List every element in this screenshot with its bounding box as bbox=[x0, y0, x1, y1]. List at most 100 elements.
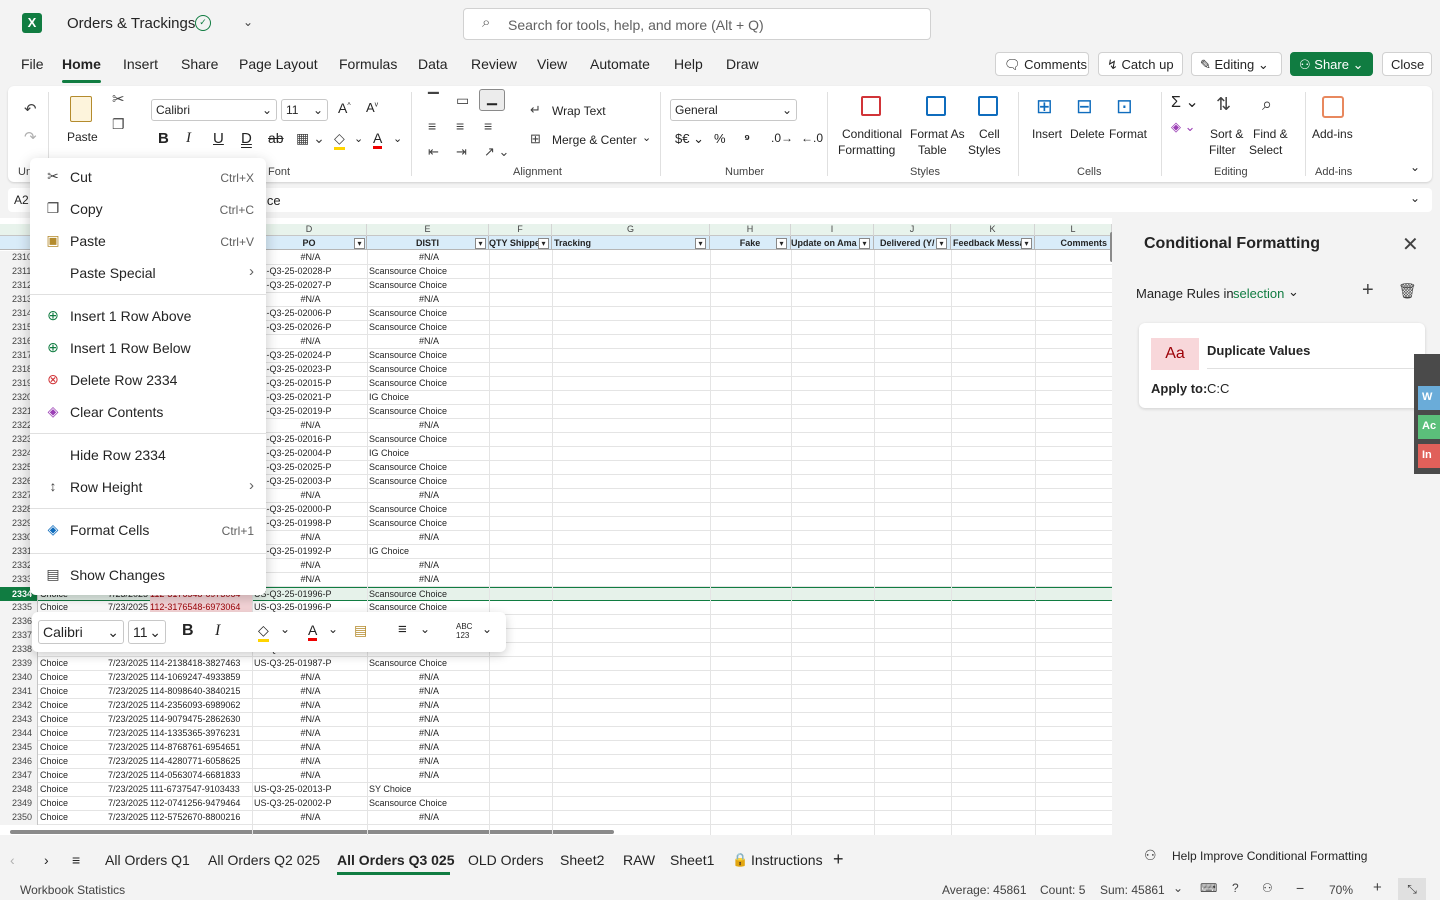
delete-rule-icon[interactable]: 🗑 bbox=[1398, 282, 1417, 300]
strikethrough-icon[interactable]: ab bbox=[268, 130, 284, 146]
column-letter[interactable]: D bbox=[252, 224, 367, 236]
cell[interactable]: #N/A bbox=[369, 531, 489, 545]
cell[interactable]: US-Q3-25-02000-P bbox=[254, 503, 367, 517]
header-disti[interactable]: DISTI bbox=[367, 236, 489, 250]
row-number[interactable]: 2344 bbox=[0, 727, 38, 741]
cell[interactable]: Scansource Choice bbox=[369, 588, 489, 602]
table-row[interactable]: 2345 Choice 7/23/2025 114-8768761-6954651 #N… bbox=[0, 741, 1112, 755]
align-top-icon[interactable]: ▔ bbox=[428, 92, 439, 109]
currency-icon[interactable]: $€ ⌄ bbox=[675, 131, 704, 147]
font-name-select[interactable]: Calibri ⌄ bbox=[151, 99, 277, 121]
align-right-icon[interactable]: ≡ bbox=[484, 118, 492, 134]
cell[interactable]: IG Choice bbox=[369, 391, 489, 405]
cell[interactable]: #N/A bbox=[254, 699, 367, 713]
redo-icon[interactable]: ↷ bbox=[24, 128, 37, 146]
search-input[interactable]: ⌕ Search for tools, help, and more (Alt … bbox=[463, 8, 931, 40]
sheet-tab[interactable]: Sheet1 bbox=[670, 852, 714, 868]
tab-home[interactable]: Home bbox=[62, 56, 101, 72]
cell[interactable]: #N/A bbox=[369, 713, 489, 727]
mini-size-select[interactable]: 11 ⌄ bbox=[128, 620, 166, 644]
number-format-select[interactable]: General ⌄ bbox=[670, 99, 797, 121]
chevron-down-icon[interactable]: ⌄ bbox=[482, 622, 492, 636]
column-letter[interactable]: H bbox=[710, 224, 791, 236]
row-number[interactable]: 2341 bbox=[0, 685, 38, 699]
bold-icon[interactable]: B bbox=[182, 622, 194, 640]
table-row[interactable]: 2350 Choice 7/23/2025 112-5752670-8800216 #N… bbox=[0, 811, 1112, 825]
table-row[interactable]: 2349 Choice 7/23/2025 112-0741256-9479464 US… bbox=[0, 797, 1112, 811]
add-ins-button[interactable]: Add-ins bbox=[1312, 127, 1353, 141]
cell[interactable]: Scansource Choice bbox=[369, 307, 489, 321]
cell[interactable]: Scansource Choice bbox=[369, 265, 489, 279]
chevron-down-icon[interactable]: ⌄ bbox=[1288, 284, 1299, 300]
cell[interactable]: 114-0563074-6681833 bbox=[150, 769, 252, 783]
table-row[interactable]: 2342 Choice 7/23/2025 114-2356093-6989062 #N… bbox=[0, 699, 1112, 713]
italic-icon[interactable]: I bbox=[186, 130, 191, 147]
cell[interactable]: US-Q3-25-02016-P bbox=[254, 433, 367, 447]
chevron-down-icon[interactable]: ⌄ bbox=[1173, 881, 1183, 895]
insert-cells-icon[interactable]: ⊞ bbox=[1036, 94, 1053, 119]
cell[interactable]: Choice bbox=[40, 797, 80, 811]
filter-dropdown-icon[interactable]: ▾ bbox=[475, 238, 486, 249]
cell[interactable]: Scansource Choice bbox=[369, 363, 489, 377]
tab-data[interactable]: Data bbox=[418, 56, 448, 72]
row-number[interactable]: 2335 bbox=[0, 601, 38, 615]
font-size-select[interactable]: 11 ⌄ bbox=[281, 99, 328, 121]
row-number[interactable]: 2342 bbox=[0, 699, 38, 713]
row-number[interactable]: 2343 bbox=[0, 713, 38, 727]
cell[interactable]: #N/A bbox=[254, 293, 367, 307]
cell[interactable]: Scansource Choice bbox=[369, 279, 489, 293]
cell[interactable]: US-Q3-25-02002-P bbox=[254, 797, 367, 811]
cell[interactable]: Choice bbox=[40, 741, 80, 755]
chevron-down-icon[interactable]: ⌄ bbox=[280, 622, 290, 636]
table-row[interactable]: 2348 Choice 7/23/2025 111-6737547-9103433 US… bbox=[0, 783, 1112, 797]
cell[interactable]: US-Q3-25-02026-P bbox=[254, 321, 367, 335]
cell[interactable]: #N/A bbox=[369, 741, 489, 755]
tab-help[interactable]: Help bbox=[674, 56, 703, 72]
rule-card[interactable]: Aa Duplicate Values Apply to: C:C bbox=[1139, 323, 1425, 408]
mini-font-select[interactable]: Calibri ⌄ bbox=[38, 620, 124, 644]
cell[interactable]: #N/A bbox=[254, 727, 367, 741]
sort-filter-line2[interactable]: Filter bbox=[1209, 143, 1236, 157]
cell[interactable]: 7/23/2025 bbox=[80, 685, 150, 699]
align-icon[interactable]: ≡ bbox=[398, 621, 407, 638]
menu-item-insert-row-above[interactable]: ⊕ Insert 1 Row Above bbox=[30, 300, 266, 332]
cell[interactable]: 7/23/2025 bbox=[80, 657, 150, 671]
filter-dropdown-icon[interactable]: ▾ bbox=[936, 238, 947, 249]
format-painter-icon[interactable]: ▤ bbox=[354, 622, 367, 639]
cell[interactable]: #N/A bbox=[254, 419, 367, 433]
cell[interactable]: Scansource Choice bbox=[369, 377, 489, 391]
cell[interactable]: #N/A bbox=[254, 685, 367, 699]
cell[interactable]: 7/23/2025 bbox=[80, 811, 150, 825]
cell[interactable]: 114-9079475-2862630 bbox=[150, 713, 252, 727]
cell[interactable]: IG Choice bbox=[369, 447, 489, 461]
workbook-statistics-button[interactable]: Workbook Statistics bbox=[20, 883, 125, 897]
cell[interactable]: #N/A bbox=[254, 559, 367, 573]
cell-styles-line2[interactable]: Styles bbox=[968, 143, 1001, 157]
decrease-decimal-icon[interactable]: ←.0 bbox=[801, 131, 823, 145]
tab-page-layout[interactable]: Page Layout bbox=[239, 56, 318, 72]
cell[interactable]: 114-2138418-3827463 bbox=[150, 657, 252, 671]
table-row[interactable]: 2339 Choice 7/23/2025 114-2138418-3827463 US… bbox=[0, 657, 1112, 671]
cell[interactable]: Choice bbox=[40, 755, 80, 769]
editing-mode-button[interactable]: ✎ Editing ⌄ bbox=[1191, 52, 1282, 76]
chevron-down-icon[interactable]: ⌄ bbox=[642, 131, 651, 144]
increase-indent-icon[interactable]: ⇥ bbox=[456, 144, 467, 160]
prev-sheet-icon[interactable]: ‹ bbox=[10, 852, 15, 868]
cell[interactable]: 112-5752670-8800216 bbox=[150, 811, 252, 825]
delete-cells-icon[interactable]: ⊟ bbox=[1076, 94, 1093, 119]
cell[interactable]: 111-6737547-9103433 bbox=[150, 783, 252, 797]
cell[interactable]: Scansource Choice bbox=[369, 797, 489, 811]
sheet-tab[interactable]: RAW bbox=[623, 852, 655, 868]
cell[interactable]: US-Q3-25-01998-P bbox=[254, 517, 367, 531]
row-number[interactable]: 2339 bbox=[0, 657, 38, 671]
cell[interactable]: US-Q3-25-02004-P bbox=[254, 447, 367, 461]
filter-dropdown-icon[interactable]: ▾ bbox=[538, 238, 549, 249]
menu-item-cut[interactable]: ✂ Cut Ctrl+X bbox=[30, 161, 266, 193]
cell[interactable]: #N/A bbox=[369, 755, 489, 769]
close-button[interactable]: Close bbox=[1382, 52, 1432, 76]
cell[interactable]: 7/23/2025 bbox=[80, 699, 150, 713]
table-row[interactable]: 2341 Choice 7/23/2025 114-8098640-3840215 #N… bbox=[0, 685, 1112, 699]
table-row[interactable]: 2346 Choice 7/23/2025 114-4280771-6058625 #N… bbox=[0, 755, 1112, 769]
flyout-tab[interactable]: Ac bbox=[1418, 415, 1440, 439]
cell[interactable]: #N/A bbox=[254, 811, 367, 825]
